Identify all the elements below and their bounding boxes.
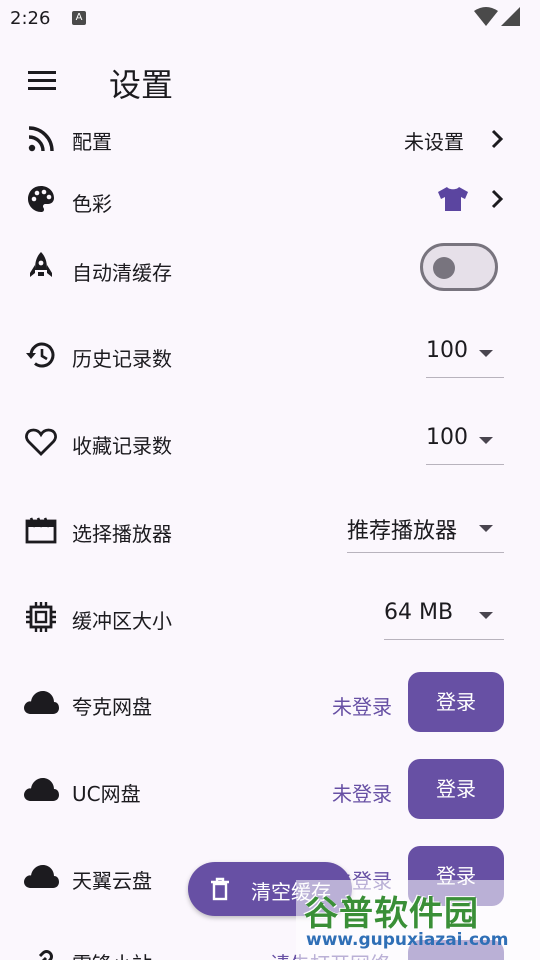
dropdown-value: 推荐播放器 <box>347 519 458 544</box>
notification-a-icon: A <box>72 11 86 25</box>
auto-clear-cache-toggle[interactable] <box>420 243 498 291</box>
setting-label: 色彩 <box>72 192 112 216</box>
uc-login-button[interactable]: 登录 <box>408 759 504 819</box>
setting-label: 天翼云盘 <box>72 869 152 893</box>
buffer-size-dropdown[interactable]: 64 MB <box>384 592 504 640</box>
wifi-icon <box>474 7 498 26</box>
watermark-url: www.gupuxiazai.com <box>306 930 509 950</box>
login-status: 未登录 <box>332 695 392 719</box>
dropdown-value: 100 <box>426 425 468 450</box>
favorites-count-dropdown[interactable]: 100 <box>426 417 504 465</box>
setting-label: 缓冲区大小 <box>72 609 172 633</box>
setting-color[interactable]: 色彩 <box>0 178 540 222</box>
setting-label: UC网盘 <box>72 782 141 806</box>
rss-icon <box>24 122 58 156</box>
setting-buffer-size: 缓冲区大小 64 MB <box>0 592 540 644</box>
toggle-knob <box>433 257 455 279</box>
memory-chip-icon <box>24 600 58 634</box>
watermark: 谷普软件园 www.gupuxiazai.com <box>296 880 540 960</box>
login-status: 未登录 <box>332 782 392 806</box>
setting-label: 夸克网盘 <box>72 695 152 719</box>
dropdown-arrow-icon <box>479 437 493 444</box>
cloud-icon <box>22 685 60 719</box>
menu-icon[interactable] <box>26 66 58 94</box>
dropdown-value: 64 MB <box>384 600 454 625</box>
setting-value: 未设置 <box>404 130 464 154</box>
palette-icon <box>24 182 58 216</box>
player-dropdown[interactable]: 推荐播放器 <box>347 505 504 553</box>
page-title: 设置 <box>109 66 174 104</box>
chevron-right-icon <box>491 189 504 209</box>
status-time: 2:26 <box>10 8 51 29</box>
setting-label: 选择播放器 <box>72 522 172 546</box>
cloud-icon <box>22 772 60 806</box>
setting-quark-drive: 夸克网盘 未登录 登录 <box>0 672 540 732</box>
setting-history-count: 历史记录数 100 <box>0 330 540 382</box>
movie-icon <box>24 513 58 547</box>
cloud-icon <box>22 859 60 893</box>
setting-label: 自动清缓存 <box>72 261 172 285</box>
setting-config[interactable]: 配置 未设置 <box>0 118 540 162</box>
tshirt-icon <box>438 187 468 211</box>
watermark-title: 谷普软件园 <box>304 894 479 934</box>
app-bar: 设置 <box>0 50 540 110</box>
heart-icon <box>24 425 58 459</box>
status-bar: 2:26 A <box>0 0 540 38</box>
dropdown-arrow-icon <box>479 350 493 357</box>
quark-login-button[interactable]: 登录 <box>408 672 504 732</box>
signal-icon <box>501 7 520 26</box>
setting-player: 选择播放器 推荐播放器 <box>0 505 540 557</box>
setting-label: 配置 <box>72 130 112 154</box>
dropdown-value: 100 <box>426 338 468 363</box>
link-icon <box>24 946 58 960</box>
trash-icon <box>211 877 229 901</box>
chevron-right-icon <box>491 129 504 149</box>
setting-favorites-count: 收藏记录数 100 <box>0 417 540 469</box>
setting-label: 雷锋小站 <box>72 948 152 960</box>
rocket-icon <box>24 250 58 284</box>
setting-label: 历史记录数 <box>72 347 172 371</box>
history-icon <box>24 338 58 372</box>
dropdown-arrow-icon <box>479 525 493 532</box>
history-count-dropdown[interactable]: 100 <box>426 330 504 378</box>
setting-auto-clear-cache: 自动清缓存 <box>0 240 540 296</box>
dropdown-arrow-icon <box>479 612 493 619</box>
setting-label: 收藏记录数 <box>72 434 172 458</box>
setting-uc-drive: UC网盘 未登录 登录 <box>0 759 540 819</box>
